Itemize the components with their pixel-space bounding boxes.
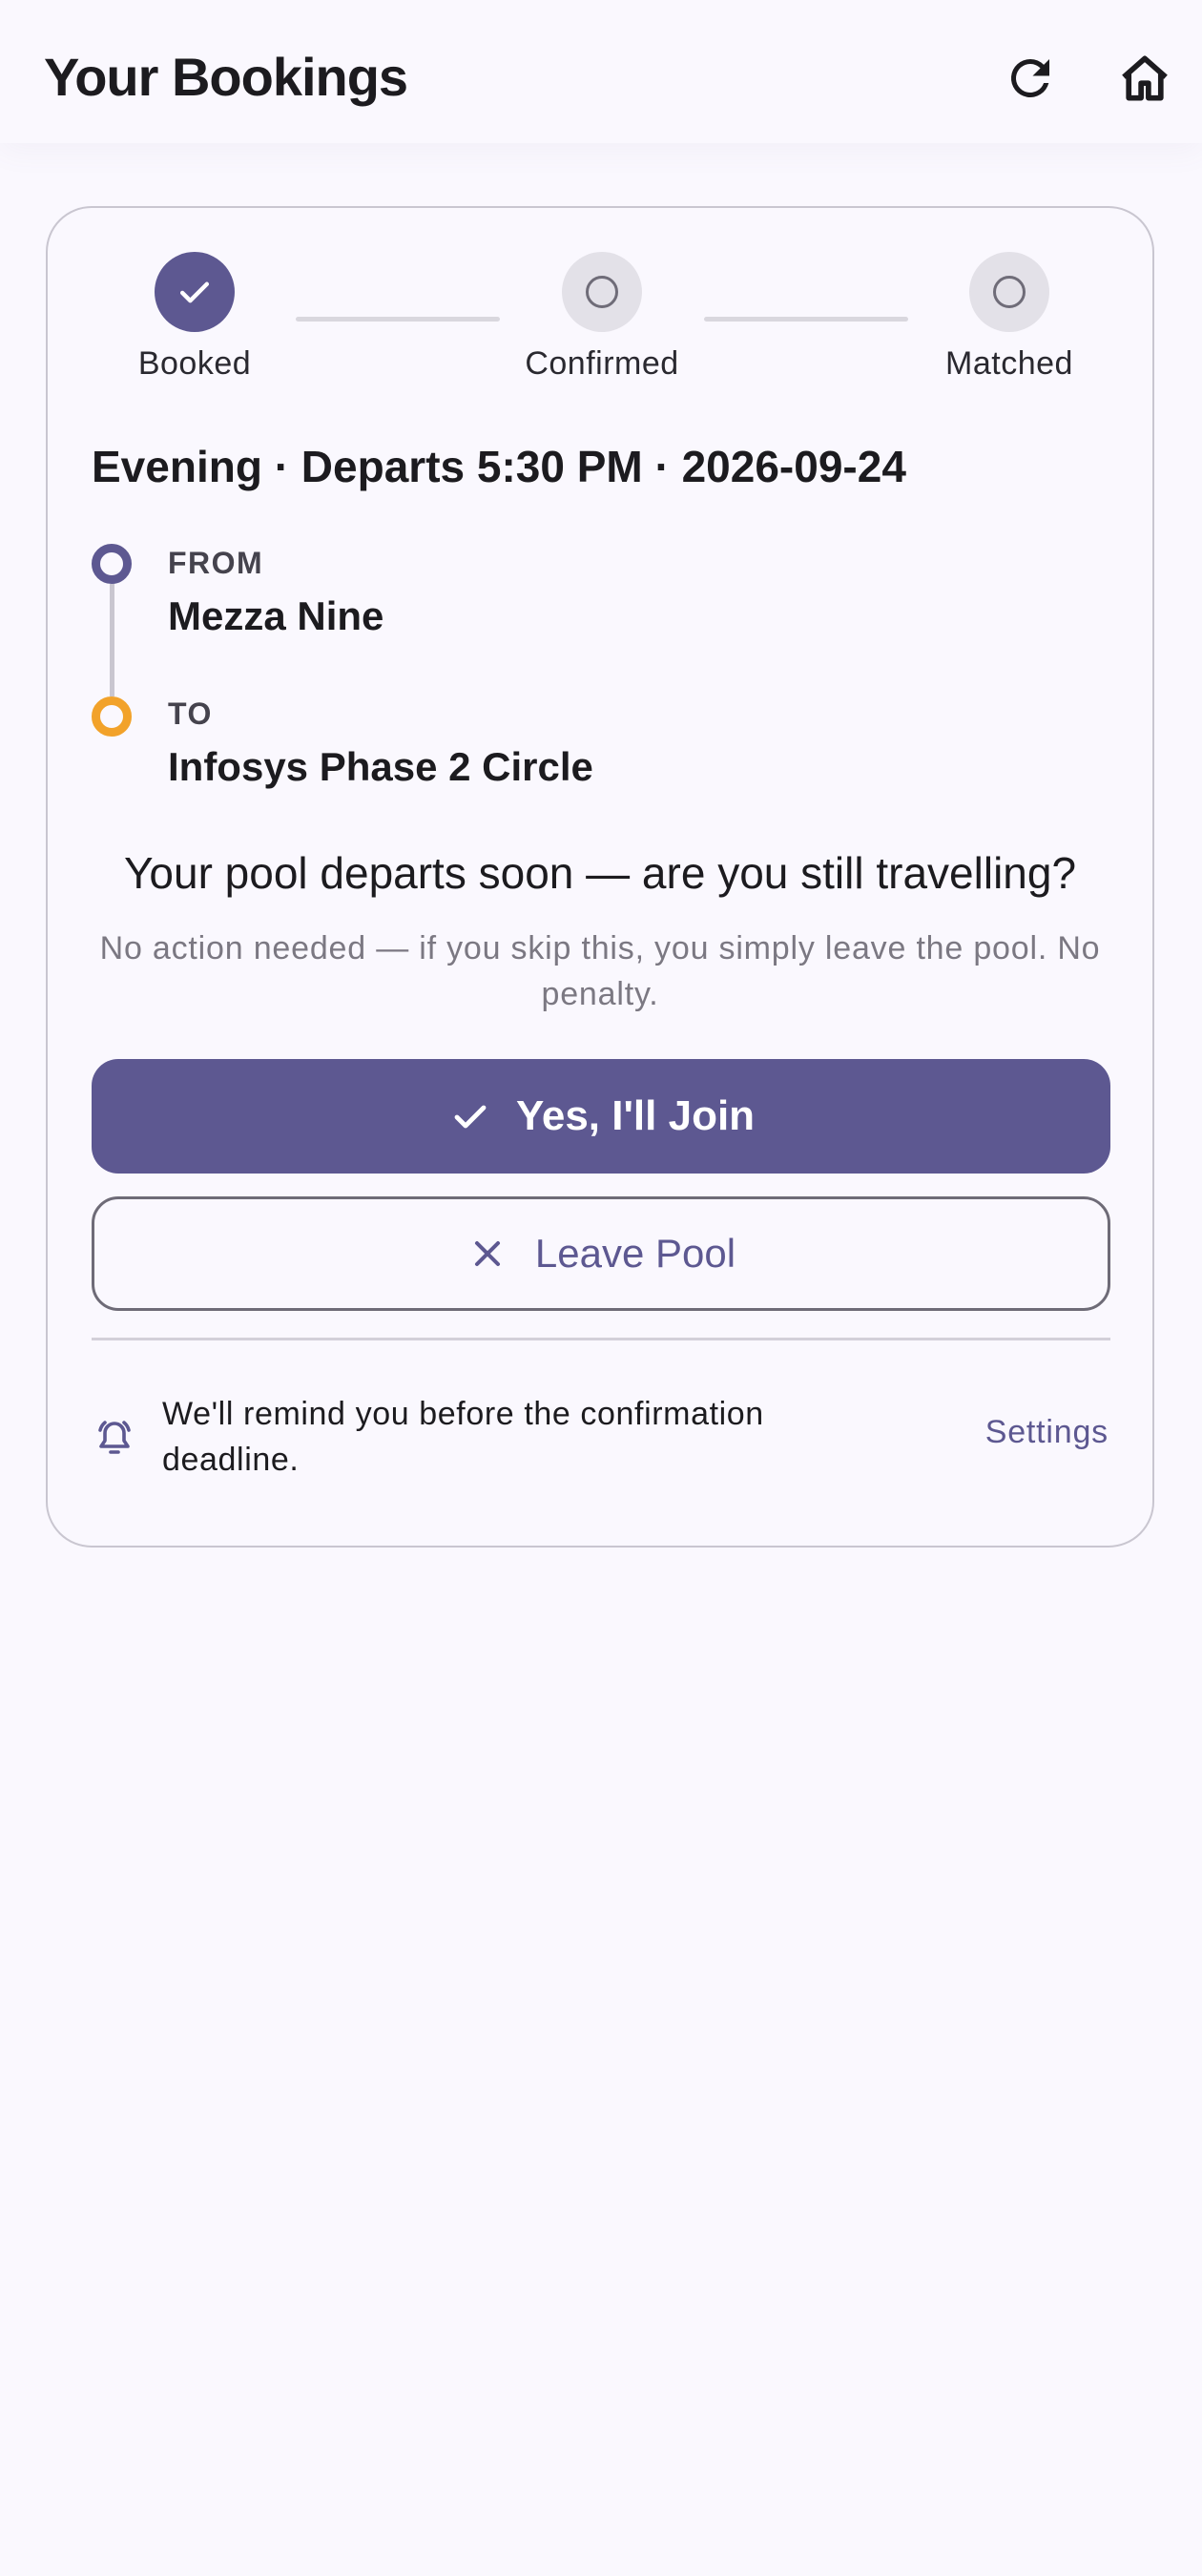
empty-circle-icon bbox=[586, 276, 618, 308]
page-title: Your Bookings bbox=[44, 47, 408, 107]
close-icon bbox=[474, 1240, 500, 1267]
booking-card: Booked Confirmed Matched Evening · Depar… bbox=[46, 206, 1154, 1548]
alarm-bell-icon bbox=[92, 1414, 137, 1460]
from-value: Mezza Nine bbox=[168, 593, 384, 638]
step-label: Booked bbox=[137, 345, 252, 382]
app-bar: Your Bookings bbox=[0, 0, 1202, 143]
confirm-note: No action needed — if you skip this, you… bbox=[99, 930, 1101, 1012]
step-confirmed: Confirmed bbox=[507, 252, 697, 383]
leave-pool-button[interactable]: Leave Pool bbox=[92, 1196, 1110, 1311]
step-connector bbox=[704, 317, 908, 322]
check-icon bbox=[454, 1105, 487, 1129]
step-booked: Booked bbox=[99, 252, 290, 383]
settings-link[interactable]: Settings bbox=[985, 1414, 1109, 1451]
from-label: FROM bbox=[168, 546, 264, 580]
step-connector bbox=[296, 317, 500, 322]
join-button[interactable]: Yes, I'll Join bbox=[92, 1059, 1110, 1174]
step-confirmed-indicator bbox=[562, 252, 642, 332]
home-icon[interactable] bbox=[1110, 44, 1179, 113]
confirm-question: Your pool departs soon — are you still t… bbox=[123, 848, 1077, 898]
route-connector bbox=[110, 584, 114, 696]
step-booked-indicator bbox=[155, 252, 235, 332]
empty-circle-icon bbox=[993, 276, 1026, 308]
refresh-icon[interactable] bbox=[996, 44, 1065, 113]
step-label: Confirmed bbox=[525, 345, 679, 382]
to-dot-icon bbox=[92, 696, 132, 737]
to-label: TO bbox=[168, 696, 213, 731]
reminder-text: We'll remind you before the confirmation… bbox=[162, 1396, 764, 1478]
step-matched-indicator bbox=[969, 252, 1049, 332]
from-dot-icon bbox=[92, 544, 132, 584]
check-icon bbox=[179, 281, 210, 303]
step-matched: Matched bbox=[914, 252, 1105, 383]
divider bbox=[92, 1338, 1110, 1340]
step-label: Matched bbox=[945, 345, 1073, 382]
trip-title: Evening · Departs 5:30 PM · 2026-09-24 bbox=[92, 442, 906, 491]
leave-pool-button-label: Leave Pool bbox=[534, 1231, 736, 1276]
to-value: Infosys Phase 2 Circle bbox=[168, 744, 593, 789]
join-button-label: Yes, I'll Join bbox=[515, 1092, 756, 1139]
